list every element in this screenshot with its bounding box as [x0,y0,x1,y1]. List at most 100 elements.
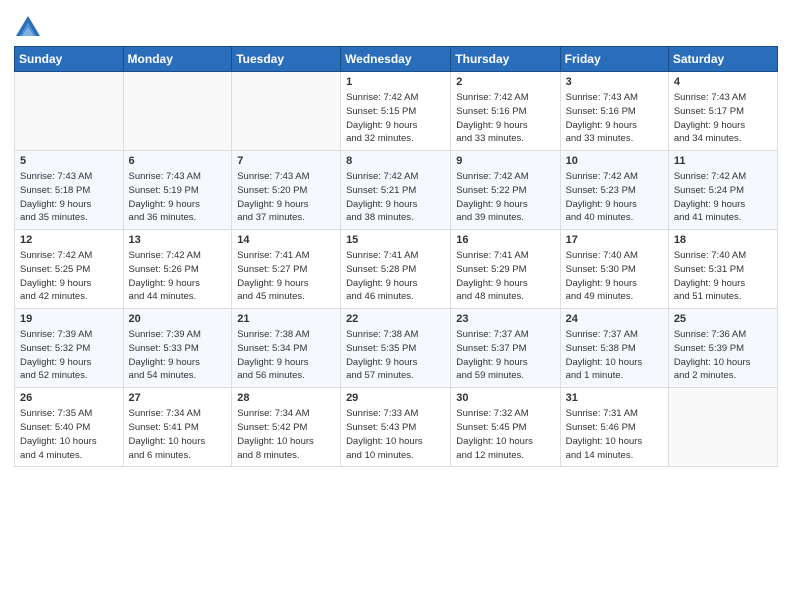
day-info: Sunrise: 7:39 AM Sunset: 5:32 PM Dayligh… [20,328,118,383]
calendar-cell: 13 Sunrise: 7:42 AM Sunset: 5:26 PM Dayli… [123,230,232,309]
calendar-cell: 6Sunrise: 7:43 AM Sunset: 5:19 PM Daylig… [123,151,232,230]
day-info: Sunrise: 7:34 AM Sunset: 5:41 PM Dayligh… [129,407,227,462]
day-info: Sunrise: 7:42 AM Sunset: 5:15 PM Dayligh… [346,91,445,146]
calendar-cell: 8 Sunrise: 7:42 AM Sunset: 5:21 PM Daylig… [341,151,451,230]
weekday-header-friday: Friday [560,47,668,72]
week-row-1: 1 Sunrise: 7:42 AM Sunset: 5:15 PM Daylig… [15,72,778,151]
day-number: 16 [456,234,554,246]
day-info: Sunrise: 7:42 AM Sunset: 5:22 PM Dayligh… [456,170,554,225]
day-info: Sunrise: 7:42 AM Sunset: 5:23 PM Dayligh… [566,170,663,225]
day-number: 8 [346,155,445,167]
week-row-5: 26 Sunrise: 7:35 AM Sunset: 5:40 PM Dayli… [15,388,778,467]
day-number: 12 [20,234,118,246]
calendar-cell: 1 Sunrise: 7:42 AM Sunset: 5:15 PM Daylig… [341,72,451,151]
calendar-cell: 2 Sunrise: 7:42 AM Sunset: 5:16 PM Daylig… [451,72,560,151]
day-number: 19 [20,313,118,325]
day-info: Sunrise: 7:38 AM Sunset: 5:34 PM Dayligh… [237,328,335,383]
calendar-cell [232,72,341,151]
calendar-cell: 7 Sunrise: 7:43 AM Sunset: 5:20 PM Daylig… [232,151,341,230]
day-number: 28 [237,392,335,404]
day-number: 17 [566,234,663,246]
day-info: Sunrise: 7:41 AM Sunset: 5:27 PM Dayligh… [237,249,335,304]
week-row-3: 12 Sunrise: 7:42 AM Sunset: 5:25 PM Dayli… [15,230,778,309]
day-number: 3 [566,76,663,88]
calendar-cell: 10 Sunrise: 7:42 AM Sunset: 5:23 PM Dayli… [560,151,668,230]
weekday-header-thursday: Thursday [451,47,560,72]
day-info: Sunrise: 7:32 AM Sunset: 5:45 PM Dayligh… [456,407,554,462]
day-number: 11 [674,155,772,167]
day-number: 22 [346,313,445,325]
calendar-cell: 31 Sunrise: 7:31 AM Sunset: 5:46 PM Dayli… [560,388,668,467]
day-info: Sunrise: 7:31 AM Sunset: 5:46 PM Dayligh… [566,407,663,462]
day-number: 31 [566,392,663,404]
day-info: Sunrise: 7:40 AM Sunset: 5:30 PM Dayligh… [566,249,663,304]
day-info: Sunrise: 7:35 AM Sunset: 5:40 PM Dayligh… [20,407,118,462]
day-info: Sunrise: 7:42 AM Sunset: 5:16 PM Dayligh… [456,91,554,146]
day-number: 27 [129,392,227,404]
calendar-cell: 24 Sunrise: 7:37 AM Sunset: 5:38 PM Dayli… [560,309,668,388]
day-number: 9 [456,155,554,167]
calendar-table: SundayMondayTuesdayWednesdayThursdayFrid… [14,46,778,467]
calendar-cell [668,388,777,467]
calendar-cell: 15Sunrise: 7:41 AM Sunset: 5:28 PM Dayli… [341,230,451,309]
day-info: Sunrise: 7:41 AM Sunset: 5:29 PM Dayligh… [456,249,554,304]
day-number: 15 [346,234,445,246]
weekday-header-tuesday: Tuesday [232,47,341,72]
day-info: Sunrise: 7:40 AM Sunset: 5:31 PM Dayligh… [674,249,772,304]
calendar-cell: 18Sunrise: 7:40 AM Sunset: 5:31 PM Dayli… [668,230,777,309]
day-info: Sunrise: 7:39 AM Sunset: 5:33 PM Dayligh… [129,328,227,383]
day-number: 29 [346,392,445,404]
calendar-cell: 4Sunrise: 7:43 AM Sunset: 5:17 PM Daylig… [668,72,777,151]
day-number: 24 [566,313,663,325]
calendar-cell: 17 Sunrise: 7:40 AM Sunset: 5:30 PM Dayli… [560,230,668,309]
calendar-cell: 27 Sunrise: 7:34 AM Sunset: 5:41 PM Dayli… [123,388,232,467]
calendar-cell: 14 Sunrise: 7:41 AM Sunset: 5:27 PM Dayli… [232,230,341,309]
day-info: Sunrise: 7:36 AM Sunset: 5:39 PM Dayligh… [674,328,772,383]
calendar-cell [15,72,124,151]
calendar-cell: 23Sunrise: 7:37 AM Sunset: 5:37 PM Dayli… [451,309,560,388]
day-info: Sunrise: 7:42 AM Sunset: 5:26 PM Dayligh… [129,249,227,304]
calendar-cell [123,72,232,151]
day-number: 20 [129,313,227,325]
day-info: Sunrise: 7:42 AM Sunset: 5:24 PM Dayligh… [674,170,772,225]
day-info: Sunrise: 7:37 AM Sunset: 5:38 PM Dayligh… [566,328,663,383]
weekday-header-row: SundayMondayTuesdayWednesdayThursdayFrid… [15,47,778,72]
calendar-cell: 25 Sunrise: 7:36 AM Sunset: 5:39 PM Dayli… [668,309,777,388]
day-number: 30 [456,392,554,404]
day-info: Sunrise: 7:37 AM Sunset: 5:37 PM Dayligh… [456,328,554,383]
calendar-cell: 30 Sunrise: 7:32 AM Sunset: 5:45 PM Dayli… [451,388,560,467]
day-number: 10 [566,155,663,167]
day-info: Sunrise: 7:42 AM Sunset: 5:25 PM Dayligh… [20,249,118,304]
calendar-cell: 29 Sunrise: 7:33 AM Sunset: 5:43 PM Dayli… [341,388,451,467]
day-info: Sunrise: 7:38 AM Sunset: 5:35 PM Dayligh… [346,328,445,383]
day-number: 26 [20,392,118,404]
weekday-header-monday: Monday [123,47,232,72]
day-info: Sunrise: 7:43 AM Sunset: 5:20 PM Dayligh… [237,170,335,225]
day-number: 2 [456,76,554,88]
calendar-cell: 11 Sunrise: 7:42 AM Sunset: 5:24 PM Dayli… [668,151,777,230]
day-info: Sunrise: 7:43 AM Sunset: 5:18 PM Dayligh… [20,170,118,225]
weekday-header-wednesday: Wednesday [341,47,451,72]
calendar-cell: 19 Sunrise: 7:39 AM Sunset: 5:32 PM Dayli… [15,309,124,388]
week-row-4: 19 Sunrise: 7:39 AM Sunset: 5:32 PM Dayli… [15,309,778,388]
calendar-cell: 5 Sunrise: 7:43 AM Sunset: 5:18 PM Daylig… [15,151,124,230]
day-number: 5 [20,155,118,167]
day-number: 14 [237,234,335,246]
day-number: 7 [237,155,335,167]
calendar-cell: 9 Sunrise: 7:42 AM Sunset: 5:22 PM Daylig… [451,151,560,230]
weekday-header-saturday: Saturday [668,47,777,72]
calendar-cell: 20 Sunrise: 7:39 AM Sunset: 5:33 PM Dayli… [123,309,232,388]
logo [14,14,46,42]
calendar-cell: 21Sunrise: 7:38 AM Sunset: 5:34 PM Dayli… [232,309,341,388]
page: SundayMondayTuesdayWednesdayThursdayFrid… [0,0,792,612]
day-number: 25 [674,313,772,325]
weekday-header-sunday: Sunday [15,47,124,72]
day-info: Sunrise: 7:43 AM Sunset: 5:19 PM Dayligh… [129,170,227,225]
day-number: 13 [129,234,227,246]
day-number: 1 [346,76,445,88]
calendar-cell: 28Sunrise: 7:34 AM Sunset: 5:42 PM Dayli… [232,388,341,467]
day-info: Sunrise: 7:33 AM Sunset: 5:43 PM Dayligh… [346,407,445,462]
calendar-cell: 22 Sunrise: 7:38 AM Sunset: 5:35 PM Dayli… [341,309,451,388]
day-info: Sunrise: 7:42 AM Sunset: 5:21 PM Dayligh… [346,170,445,225]
day-info: Sunrise: 7:43 AM Sunset: 5:17 PM Dayligh… [674,91,772,146]
